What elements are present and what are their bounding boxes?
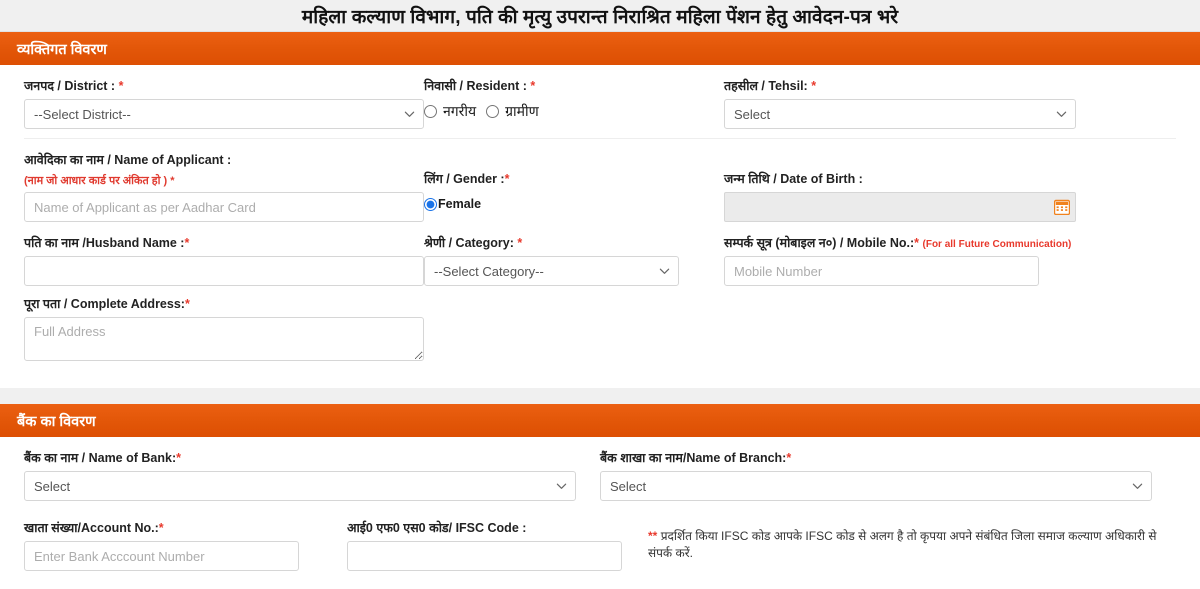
gender-field-group: लिंग / Gender :* Female — [424, 139, 724, 222]
resident-radio-group: नगरीय ग्रामीण — [424, 99, 724, 121]
mobile-input[interactable] — [724, 256, 1039, 286]
account-no-label: खाता संख्या/Account No.:* — [24, 521, 164, 535]
bank-name-field-group: बैंक का नाम / Name of Bank:* Select — [24, 437, 600, 501]
dob-label: जन्म तिथि / Date of Birth : — [724, 172, 863, 186]
district-required-mark: * — [118, 79, 124, 93]
mobile-label: सम्पर्क सूत्र (मोबाइल न०) / Mobile No.:*… — [724, 236, 1072, 250]
personal-row-4: पूरा पता / Complete Address:* — [24, 286, 1176, 366]
bank-name-select[interactable]: Select — [24, 471, 576, 501]
ifsc-label: आई0 एफ0 एस0 कोड/ IFSC Code : — [347, 521, 527, 535]
category-field-group: श्रेणी / Category: * --Select Category-- — [424, 222, 724, 286]
personal-row-1: जनपद / District : * --Select District-- … — [24, 65, 1176, 129]
personal-row-4-spacer-c — [724, 286, 1076, 366]
section-title-personal: व्यक्तिगत विवरण — [17, 41, 107, 58]
ifsc-note-stars: ** — [648, 529, 658, 543]
bank-section-bottom-space — [24, 571, 1176, 589]
page-title: महिला कल्याण विभाग, पति की मृत्यु उपरान्… — [301, 6, 899, 28]
dob-field-group: जन्म तिथि / Date of Birth : — [724, 139, 1076, 222]
branch-name-required-mark: * — [786, 451, 792, 465]
gender-label: लिंग / Gender :* — [424, 172, 510, 186]
husband-name-input[interactable] — [24, 256, 424, 286]
applicant-name-label: आवेदिका का नाम / Name of Applicant : — [24, 153, 232, 167]
applicant-name-sublabel: (नाम जो आधार कार्ड पर अंकित हो ) * — [24, 175, 175, 187]
section-title-bank: बैंक का विवरण — [17, 413, 96, 430]
personal-row-3: पति का नाम /Husband Name :* श्रेणी / Cat… — [24, 222, 1176, 286]
ifsc-note-wrap: ** प्रदर्शित किया IFSC कोड आपके IFSC कोड… — [622, 501, 1176, 571]
radio-resident-urban[interactable]: नगरीय — [424, 102, 476, 121]
district-field-group: जनपद / District : * --Select District-- — [24, 65, 424, 129]
address-textarea[interactable] — [24, 317, 424, 361]
dob-input[interactable] — [724, 192, 1076, 222]
personal-section-bottom-space — [24, 366, 1176, 388]
ifsc-input[interactable] — [347, 541, 622, 571]
gender-required-mark: * — [504, 172, 510, 186]
mobile-note: (For all Future Communication) — [922, 239, 1072, 250]
mobile-field-group: सम्पर्क सूत्र (मोबाइल न०) / Mobile No.:*… — [724, 222, 1076, 286]
husband-name-required-mark: * — [184, 236, 190, 250]
husband-name-field-group: पति का नाम /Husband Name :* — [24, 222, 424, 286]
account-no-required-mark: * — [158, 521, 164, 535]
radio-gender-female[interactable]: Female — [424, 197, 481, 211]
category-label: श्रेणी / Category: * — [424, 236, 523, 250]
tehsil-required-mark: * — [811, 79, 817, 93]
page-title-bar: महिला कल्याण विभाग, पति की मृत्यु उपरान्… — [0, 0, 1200, 32]
ifsc-note: ** प्रदर्शित किया IFSC कोड आपके IFSC कोड… — [648, 501, 1176, 562]
personal-row-4-spacer-b — [424, 286, 724, 366]
branch-name-label: बैंक शाखा का नाम/Name of Branch:* — [600, 451, 792, 465]
radio-resident-rural-label: ग्रामीण — [505, 102, 539, 119]
applicant-name-required-mark: * — [170, 175, 175, 187]
radio-resident-urban-label: नगरीय — [443, 102, 477, 119]
section-body-bank: बैंक का नाम / Name of Bank:* Select बैंक… — [0, 437, 1200, 589]
branch-name-select[interactable]: Select — [600, 471, 1152, 501]
mobile-required-mark: * — [914, 236, 920, 250]
radio-gender-female-label: Female — [438, 197, 482, 211]
resident-label: निवासी / Resident : * — [424, 79, 536, 93]
ifsc-note-text: प्रदर्शित किया IFSC कोड आपके IFSC कोड से… — [648, 529, 1157, 560]
resident-field-group: निवासी / Resident : * नगरीय ग्रामीण — [424, 65, 724, 129]
address-field-group: पूरा पता / Complete Address:* — [24, 286, 424, 366]
bank-name-required-mark: * — [176, 451, 181, 465]
account-no-field-group: खाता संख्या/Account No.:* — [24, 501, 299, 571]
radio-resident-urban-input[interactable] — [424, 104, 437, 118]
category-required-mark: * — [517, 236, 523, 250]
applicant-name-field-group: आवेदिका का नाम / Name of Applicant : (ना… — [24, 139, 424, 222]
account-no-input[interactable] — [24, 541, 299, 571]
radio-resident-rural-input[interactable] — [486, 104, 500, 118]
bank-row-1: बैंक का नाम / Name of Bank:* Select बैंक… — [24, 437, 1176, 501]
district-select[interactable]: --Select District-- — [24, 99, 424, 129]
section-header-bank: बैंक का विवरण — [0, 404, 1200, 437]
address-required-mark: * — [184, 297, 190, 311]
section-header-personal: व्यक्तिगत विवरण — [0, 32, 1200, 65]
tehsil-label: तहसील / Tehsil: * — [724, 79, 817, 93]
personal-row-2: आवेदिका का नाम / Name of Applicant : (ना… — [24, 139, 1176, 222]
applicant-name-input[interactable] — [24, 192, 424, 222]
district-label: जनपद / District : * — [24, 79, 124, 93]
branch-name-field-group: बैंक शाखा का नाम/Name of Branch:* Select — [600, 437, 1176, 501]
category-select[interactable]: --Select Category-- — [424, 256, 679, 286]
calendar-icon[interactable] — [1053, 199, 1071, 216]
section-body-personal: जनपद / District : * --Select District-- … — [0, 65, 1200, 388]
tehsil-select[interactable]: Select — [724, 99, 1076, 129]
gender-radio-group: Female — [424, 192, 724, 214]
bank-name-label: बैंक का नाम / Name of Bank:* — [24, 451, 181, 465]
ifsc-field-group: आई0 एफ0 एस0 कोड/ IFSC Code : — [347, 501, 622, 571]
radio-resident-rural[interactable]: ग्रामीण — [486, 102, 539, 121]
section-gap-1 — [0, 388, 1200, 404]
resident-required-mark: * — [530, 79, 536, 93]
radio-gender-female-input[interactable] — [424, 197, 437, 211]
address-label: पूरा पता / Complete Address:* — [24, 297, 190, 311]
husband-name-label: पति का नाम /Husband Name :* — [24, 236, 190, 250]
tehsil-field-group: तहसील / Tehsil: * Select — [724, 65, 1076, 129]
bank-row-2: खाता संख्या/Account No.:* आई0 एफ0 एस0 को… — [24, 501, 1176, 571]
